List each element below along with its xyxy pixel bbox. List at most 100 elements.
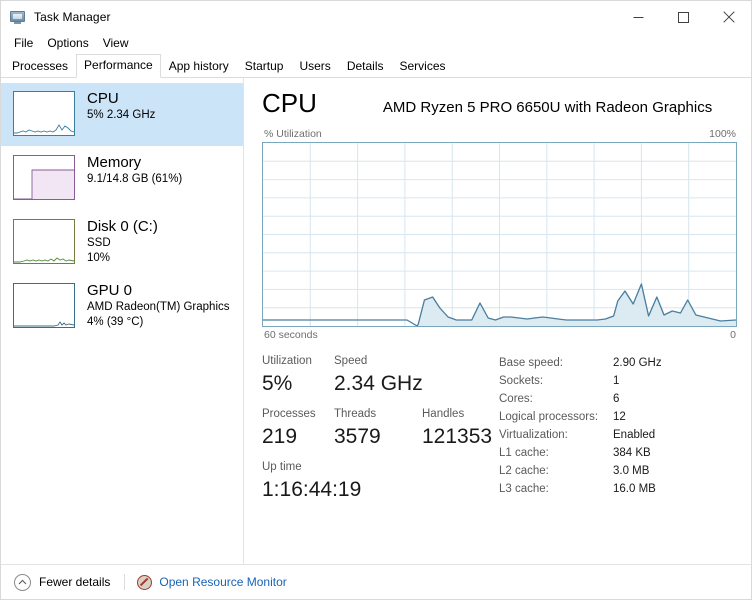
task-manager-window: Task Manager File Options View Processes…	[0, 0, 752, 600]
sidebar-item-memory-text: Memory 9.1/14.8 GB (61%)	[87, 152, 182, 187]
menu-item-options[interactable]: Options	[40, 34, 95, 53]
tab-services[interactable]: Services	[392, 55, 454, 78]
menu-bar: File Options View	[1, 33, 751, 54]
stat-row-uptime: Up time 1:16:44:19	[262, 459, 495, 505]
tab-bar: Processes Performance App history Startu…	[1, 54, 751, 78]
fewer-details-button[interactable]: Fewer details	[14, 573, 111, 591]
close-button[interactable]	[706, 1, 751, 33]
sidebar-item-gpu-sub2: 4% (39 °C)	[87, 316, 144, 328]
cpu-utilization-graph	[262, 142, 737, 327]
tab-startup[interactable]: Startup	[237, 55, 292, 78]
x-axis-right-label: 0	[730, 329, 736, 341]
stat-threads-value: 3579	[334, 425, 381, 448]
detail-header: CPU AMD Ryzen 5 PRO 6650U with Radeon Gr…	[262, 88, 737, 128]
sidebar-item-disk-sub1: SSD	[87, 237, 111, 249]
page-title: CPU	[262, 88, 317, 118]
resource-list: CPU 5% 2.34 GHz Memory 9.1/14.8 GB (61%)	[1, 78, 244, 564]
spec-cores-label: Cores:	[499, 393, 533, 405]
content-area: CPU 5% 2.34 GHz Memory 9.1/14.8 GB (61%)	[1, 78, 751, 564]
tab-processes[interactable]: Processes	[4, 55, 76, 78]
spec-l1-cache-label: L1 cache:	[499, 447, 549, 459]
spec-sockets: Sockets: 1	[499, 372, 737, 390]
sidebar-item-gpu[interactable]: GPU 0 AMD Radeon(TM) Graphics 4% (39 °C)	[1, 275, 243, 338]
stat-processes: Processes 219	[262, 406, 334, 452]
sidebar-item-disk-text: Disk 0 (C:) SSD 10%	[87, 216, 158, 266]
sidebar-item-gpu-sub1: AMD Radeon(TM) Graphics	[87, 301, 230, 313]
y-axis-label: % Utilization	[264, 128, 322, 140]
stat-row-processes-threads-handles: Processes 219 Threads 3579 Handles 12135…	[262, 406, 495, 452]
stat-uptime-label: Up time	[262, 461, 302, 473]
cpu-specs-list: Base speed: 2.90 GHz Sockets: 1 Cores: 6…	[495, 353, 737, 564]
statistics-area: Utilization 5% Speed 2.34 GHz Processes …	[262, 343, 737, 564]
graph-bottom-axis-labels: 60 seconds 0	[262, 327, 737, 343]
stat-uptime: Up time 1:16:44:19	[262, 459, 361, 505]
spec-l1-cache: L1 cache: 384 KB	[499, 444, 737, 462]
spec-l3-cache-label: L3 cache:	[499, 483, 549, 495]
spec-cores: Cores: 6	[499, 390, 737, 408]
sidebar-item-memory-title: Memory	[87, 154, 142, 171]
maximize-button[interactable]	[661, 1, 706, 33]
menu-item-file[interactable]: File	[7, 34, 40, 53]
stat-processes-label: Processes	[262, 408, 316, 420]
disk-thumbnail-graph	[13, 219, 75, 264]
stat-utilization-label: Utilization	[262, 355, 312, 367]
tab-details[interactable]: Details	[339, 55, 392, 78]
stat-speed: Speed 2.34 GHz	[334, 353, 423, 399]
spec-l2-cache-label: L2 cache:	[499, 465, 549, 477]
open-resource-monitor-link[interactable]: Open Resource Monitor	[137, 574, 287, 590]
tab-app-history[interactable]: App history	[161, 55, 237, 78]
y-axis-max-label: 100%	[709, 128, 736, 140]
spec-logical-processors-value: 12	[613, 411, 626, 423]
spec-sockets-label: Sockets:	[499, 375, 544, 387]
spec-base-speed-label: Base speed:	[499, 357, 563, 369]
spec-virtualization-value: Enabled	[613, 429, 656, 441]
minimize-button[interactable]	[616, 1, 661, 33]
stat-uptime-value: 1:16:44:19	[262, 478, 362, 501]
sidebar-item-cpu-title: CPU	[87, 90, 119, 107]
spec-l3-cache-value: 16.0 MB	[613, 483, 656, 495]
spec-logical-processors-label: Logical processors:	[499, 411, 599, 423]
window-controls	[616, 1, 751, 33]
tab-performance[interactable]: Performance	[76, 54, 161, 78]
spec-l2-cache: L2 cache: 3.0 MB	[499, 462, 737, 480]
stat-handles-value: 121353	[422, 425, 493, 448]
spec-l1-cache-value: 384 KB	[613, 447, 651, 459]
memory-thumbnail-graph	[13, 155, 75, 200]
stat-utilization-value: 5%	[262, 372, 293, 395]
stat-threads-label: Threads	[334, 408, 377, 420]
status-bar-separator	[124, 574, 126, 590]
stat-processes-value: 219	[262, 425, 298, 448]
stat-speed-label: Speed	[334, 355, 368, 367]
sidebar-item-cpu[interactable]: CPU 5% 2.34 GHz	[1, 83, 243, 146]
cpu-thumbnail-graph	[13, 91, 75, 136]
gpu-thumbnail-graph	[13, 283, 75, 328]
tab-users[interactable]: Users	[291, 55, 338, 78]
open-resource-monitor-label: Open Resource Monitor	[159, 575, 287, 589]
spec-base-speed: Base speed: 2.90 GHz	[499, 354, 737, 372]
fewer-details-label: Fewer details	[39, 575, 111, 589]
spec-base-speed-value: 2.90 GHz	[613, 357, 662, 369]
spec-sockets-value: 1	[613, 375, 620, 387]
chevron-up-icon	[14, 573, 31, 591]
graph-top-axis-labels: % Utilization 100%	[262, 128, 737, 142]
x-axis-left-label: 60 seconds	[264, 329, 318, 341]
sidebar-item-cpu-sub: 5% 2.34 GHz	[87, 109, 156, 121]
menu-item-view[interactable]: View	[96, 34, 136, 53]
sidebar-item-disk[interactable]: Disk 0 (C:) SSD 10%	[1, 211, 243, 274]
status-bar: Fewer details Open Resource Monitor	[1, 564, 751, 599]
sidebar-item-disk-sub2: 10%	[87, 252, 111, 264]
spec-logical-processors: Logical processors: 12	[499, 408, 737, 426]
primary-stats: Utilization 5% Speed 2.34 GHz Processes …	[262, 353, 495, 564]
title-bar: Task Manager	[1, 1, 751, 33]
performance-detail-pane: CPU AMD Ryzen 5 PRO 6650U with Radeon Gr…	[244, 78, 751, 564]
sidebar-item-memory[interactable]: Memory 9.1/14.8 GB (61%)	[1, 147, 243, 210]
task-manager-icon	[10, 10, 26, 24]
sidebar-item-gpu-text: GPU 0 AMD Radeon(TM) Graphics 4% (39 °C)	[87, 280, 230, 330]
sidebar-item-memory-sub: 9.1/14.8 GB (61%)	[87, 173, 183, 185]
stat-threads: Threads 3579	[334, 406, 422, 452]
spec-l2-cache-value: 3.0 MB	[613, 465, 650, 477]
sidebar-item-cpu-text: CPU 5% 2.34 GHz	[87, 88, 155, 123]
stat-speed-value: 2.34 GHz	[334, 372, 423, 395]
window-title: Task Manager	[34, 10, 111, 24]
spec-virtualization-label: Virtualization:	[499, 429, 568, 441]
